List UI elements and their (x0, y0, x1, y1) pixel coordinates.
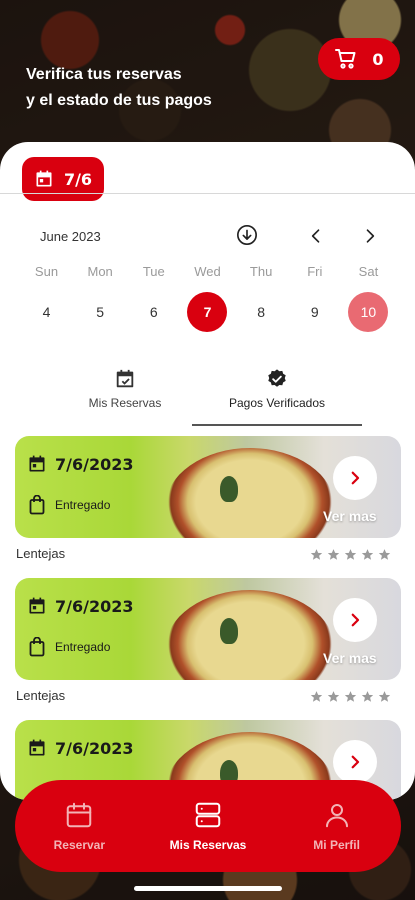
chevron-left-icon[interactable] (306, 226, 326, 246)
cart-button[interactable]: 0 (318, 38, 400, 80)
tab-mis-reservas[interactable]: Mis Reservas (60, 364, 190, 426)
weekday-label: Fri (307, 264, 323, 279)
dish-name: Lentejas (16, 546, 66, 561)
star-icon[interactable] (327, 548, 340, 561)
divider (0, 193, 415, 194)
reservation-list: 7/6/2023 Entregado Ver mas Lentejas 7/6/… (0, 436, 415, 800)
calendar-icon (67, 802, 92, 828)
chevron-right-icon[interactable] (360, 226, 380, 246)
reservation-date: 7/6/2023 (55, 738, 134, 758)
star-icon[interactable] (310, 690, 323, 703)
calendar-days: 4 5 6 7 8 9 10 (20, 292, 395, 332)
weekday-label: Mon (87, 264, 113, 279)
date-chip-label: 7/6 (63, 169, 93, 189)
star-icon[interactable] (344, 690, 357, 703)
active-tab-indicator (192, 424, 362, 426)
calendar-icon (29, 739, 45, 756)
page-headline: Verifica tus reservas y el estado de tus… (26, 62, 256, 114)
calendar-icon (29, 455, 45, 472)
calendar-day[interactable]: 8 (235, 292, 288, 332)
calendar-day[interactable]: 9 (288, 292, 341, 332)
star-icon[interactable] (327, 690, 340, 703)
calendar-icon (36, 170, 52, 187)
calendar-day[interactable]: 6 (127, 292, 180, 332)
selected-date-chip[interactable]: 7/6 (22, 157, 104, 201)
nav-item-reservar[interactable]: Reservar (24, 800, 134, 852)
reservation-status-row: Entregado (29, 637, 110, 657)
download-icon[interactable] (236, 224, 258, 246)
star-icon[interactable] (361, 690, 374, 703)
home-indicator[interactable] (134, 886, 282, 891)
nav-label: Mi Perfil (313, 838, 360, 852)
weekday-label: Sat (358, 264, 379, 279)
open-reservation-button[interactable] (333, 598, 377, 642)
chevron-right-icon (351, 755, 360, 769)
chevron-right-icon (351, 471, 360, 485)
reservation-card[interactable]: 7/6/2023 Entregado Ver mas (15, 578, 401, 680)
star-icon[interactable] (344, 548, 357, 561)
reservation-tabs: Mis Reservas Pagos Verificados (40, 364, 375, 428)
ver-mas-link[interactable]: Ver mas (323, 650, 377, 666)
cart-count: 0 (372, 49, 384, 69)
verified-badge-icon (268, 369, 286, 387)
tab-label: Mis Reservas (88, 396, 162, 410)
calendar-day-marked[interactable]: 10 (342, 292, 395, 332)
server-stack-icon (195, 802, 221, 828)
dish-photo (165, 448, 335, 538)
calendar-icon (29, 597, 45, 614)
reservation-card[interactable]: 7/6/2023 Entregado Ver mas (15, 436, 401, 538)
calendar-month-label: June 2023 (40, 229, 101, 244)
headline-line-1: Verifica tus reservas (26, 66, 182, 83)
reservation-date: 7/6/2023 (55, 596, 134, 616)
reservations-sheet: 7/6 June 2023 Sun Mon Tue Wed Thu Fri Sa… (0, 142, 415, 800)
reservation-date: 7/6/2023 (55, 454, 134, 474)
nav-label: Reservar (53, 838, 106, 852)
calendar-day-selected[interactable]: 7 (181, 292, 234, 332)
reservation-status-row: Entregado (29, 495, 110, 515)
rating-stars[interactable] (310, 548, 391, 561)
nav-item-mis-reservas[interactable]: Mis Reservas (153, 800, 263, 852)
weekday-label: Tue (142, 264, 165, 279)
calendar-weekdays: Sun Mon Tue Wed Thu Fri Sat (20, 264, 395, 279)
headline-line-2: y el estado de tus pagos (26, 92, 212, 109)
weekday-label: Sun (34, 264, 59, 279)
star-icon[interactable] (378, 690, 391, 703)
reservation-date-row: 7/6/2023 (27, 738, 133, 758)
dish-photo (165, 590, 335, 680)
calendar-day[interactable]: 5 (74, 292, 127, 332)
shopping-bag-icon (29, 495, 45, 515)
nav-item-mi-perfil[interactable]: Mi Perfil (282, 800, 392, 852)
reservation-date-row: 7/6/2023 (27, 596, 133, 616)
user-icon (325, 804, 348, 828)
bottom-navigation: Reservar Mis Reservas Mi Perfil (15, 780, 401, 872)
nav-label: Mis Reservas (169, 838, 247, 852)
ver-mas-link[interactable]: Ver mas (323, 508, 377, 524)
cart-icon (335, 49, 356, 69)
weekday-label: Thu (249, 264, 273, 279)
dish-photo-garnish (220, 618, 238, 644)
weekday-label: Wed (194, 264, 221, 279)
reservation-date-row: 7/6/2023 (27, 454, 133, 474)
calendar-day[interactable]: 4 (20, 292, 73, 332)
chevron-right-icon (351, 613, 360, 627)
rating-stars[interactable] (310, 690, 391, 703)
tab-label: Pagos Verificados (228, 396, 326, 410)
shopping-bag-icon (29, 637, 45, 657)
reservation-status: Entregado (55, 640, 111, 654)
reservation-status: Entregado (55, 498, 111, 512)
star-icon[interactable] (361, 548, 374, 561)
dish-photo-garnish (220, 476, 238, 502)
star-icon[interactable] (310, 548, 323, 561)
open-reservation-button[interactable] (333, 740, 377, 784)
dish-name: Lentejas (16, 688, 66, 703)
calendar-check-icon (116, 369, 134, 388)
open-reservation-button[interactable] (333, 456, 377, 500)
tab-pagos-verificados[interactable]: Pagos Verificados (192, 364, 362, 426)
star-icon[interactable] (378, 548, 391, 561)
